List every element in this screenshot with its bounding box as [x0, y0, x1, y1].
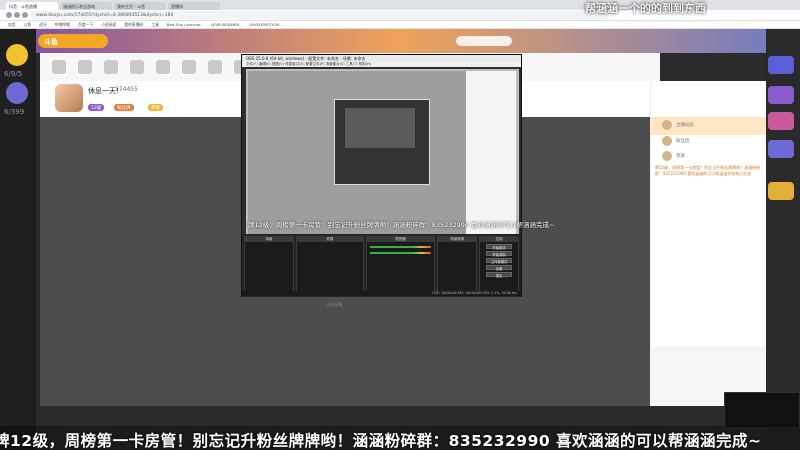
bookmark[interactable]: 工具: [149, 22, 161, 28]
transitions-dock[interactable]: 场景转换: [437, 236, 478, 295]
sources-dock[interactable]: 来源: [295, 236, 364, 295]
back-icon[interactable]: [6, 12, 12, 18]
nested-preview: [345, 108, 415, 148]
nested-obs-window: [334, 99, 430, 185]
dock-title: 场景: [245, 237, 293, 242]
scenes-dock[interactable]: 场景: [244, 236, 294, 295]
bookmark[interactable]: 虎牙: [37, 22, 49, 28]
player-watermark: 斗鱼直播: [326, 302, 342, 307]
forward-icon[interactable]: [14, 12, 20, 18]
sidebar-row-label[interactable]: 粉丝团: [676, 138, 690, 144]
dock-title: 混音器: [366, 237, 435, 242]
obs-window[interactable]: OBS 25.0.8 (64-bit, windows) - 配置文件: 未命名…: [241, 54, 555, 297]
site-logo[interactable]: 斗鱼: [38, 34, 108, 48]
settings-button[interactable]: 设置: [486, 265, 513, 271]
sidebar-row-icon: [662, 151, 672, 161]
room-notice: 牌12级，周榜第一卡房管！别忘记升粉丝牌牌哟！涵涵粉碎群：835232990 喜…: [655, 165, 761, 176]
bottom-scroll-text: 牌12级，周榜第一卡房管！别忘记升粉丝牌牌哟！涵涵粉碎群：835232990 喜…: [0, 426, 800, 450]
sidebar-row-label[interactable]: 主播动态: [676, 122, 694, 128]
bookmarks-bar: 应用 斗鱼 虎牙 哔哩哔哩 百度一下 小说阅读 我的直播间 工具 Bad Guy…: [0, 21, 800, 29]
gift-icon[interactable]: [768, 112, 794, 130]
sidebar-row-icon: [662, 136, 672, 146]
browser-tab[interactable]: 我的主页 - 斗鱼: [114, 2, 166, 10]
obs-caption: 牌12级，周榜第一卡房管！别忘记升粉丝牌牌哟！涵涵粉碎群：835232990 喜…: [248, 221, 555, 229]
level-badge: 12级: [88, 104, 105, 111]
obs-status-bar: LIVE: 00:00:00 REC: 00:00:00 CPU: 3.1%, …: [242, 291, 521, 296]
gift-icon[interactable]: [768, 86, 794, 104]
nav-icon[interactable]: [52, 60, 66, 74]
bookmark[interactable]: 小说阅读: [99, 22, 118, 28]
browser-tab[interactable]: 涵涵提示发出游戏: [60, 2, 112, 10]
audio-meter: [369, 252, 432, 254]
bookmark[interactable]: LEVELEMOTION...: [247, 22, 284, 27]
reload-icon[interactable]: [22, 12, 28, 18]
nav-icon[interactable]: [130, 60, 144, 74]
bookmark[interactable]: 我的直播间: [122, 22, 145, 28]
compass-icon[interactable]: [6, 82, 28, 104]
browser-tab[interactable]: 抖音 - 斗鱼直播: [6, 2, 58, 10]
nav-icon[interactable]: [104, 60, 118, 74]
studio-mode-button[interactable]: 工作室模式: [486, 258, 513, 264]
nav-icon[interactable]: [182, 60, 196, 74]
rail-level-top: 6/9/5: [4, 70, 23, 78]
nav-icon[interactable]: [156, 60, 170, 74]
exit-button[interactable]: 退出: [486, 272, 513, 278]
url-input[interactable]: www.douyu.com/174455?dyshid=0-386893513&…: [30, 11, 610, 19]
site-header: [0, 29, 800, 53]
audio-meter: [369, 246, 432, 248]
gift-icon[interactable]: [768, 182, 794, 200]
room-id: 174455: [115, 86, 138, 93]
bookmark[interactable]: 百度一下: [76, 22, 95, 28]
gift-icon[interactable]: [768, 56, 794, 74]
mini-chart-widget: [724, 392, 800, 428]
bookmark[interactable]: 哔哩哔哩: [53, 22, 72, 28]
start-streaming-button[interactable]: 开始推流: [486, 244, 513, 250]
top-scroll-text: 帮涵涵一个的的到到东西: [585, 2, 706, 15]
bookmark[interactable]: LEVEL8GAMEN..: [209, 22, 244, 27]
dock-title: 来源: [296, 237, 363, 242]
start-recording-button[interactable]: 开始录制: [486, 251, 513, 257]
bookmark[interactable]: 应用: [6, 22, 18, 28]
controls-dock: 控制 开始推流 开始录制 工作室模式 设置 退出: [479, 236, 520, 295]
fan-badge: 粉丝牌: [114, 104, 134, 111]
obs-docks: 场景 来源 混音器 场景转换 控制 开始推流 开始录制 工作室模式 设置 退出: [242, 234, 521, 297]
bookmark[interactable]: 斗鱼: [22, 22, 34, 28]
noble-badge: 贵族: [148, 104, 163, 111]
nav-icon[interactable]: [208, 60, 222, 74]
search-input[interactable]: [456, 36, 512, 46]
bookmark[interactable]: Bad Guy Launchp..: [165, 22, 205, 27]
screen: 抖音 - 斗鱼直播 涵涵提示发出游戏 我的主页 - 斗鱼 直播间 www.dou…: [0, 0, 800, 450]
obs-menu-bar[interactable]: 文件(F) 编辑(E) 视图(V) 停靠窗口(D) 配置文件(P) 场景集合(S…: [242, 62, 521, 67]
browser-tab[interactable]: 直播间: [168, 2, 220, 10]
obs-title-bar: OBS 25.0.8 (64-bit, windows) - 配置文件: 未命名…: [242, 55, 521, 62]
mixer-dock[interactable]: 混音器: [365, 236, 436, 295]
rail-level-bottom: 6/399: [4, 108, 25, 116]
gift-icon[interactable]: [768, 140, 794, 158]
dock-title: 场景转换: [438, 237, 477, 242]
sidebar-row-label[interactable]: 贵族: [676, 153, 685, 159]
sidebar-row-icon: [662, 120, 672, 130]
avatar[interactable]: [55, 84, 83, 112]
nav-icon[interactable]: [78, 60, 92, 74]
dock-title: 控制: [480, 237, 519, 242]
pencil-icon[interactable]: [6, 44, 28, 66]
